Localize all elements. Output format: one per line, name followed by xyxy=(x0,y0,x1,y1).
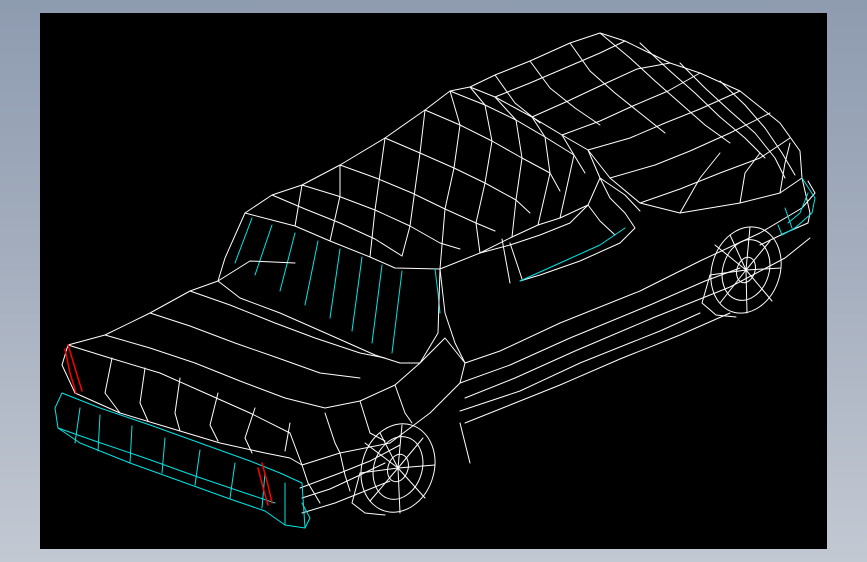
tail-lights xyxy=(64,344,273,506)
hood-mesh xyxy=(469,32,803,214)
front-bumper xyxy=(777,177,816,236)
car-wireframe-icon xyxy=(54,32,816,529)
roof-mesh xyxy=(244,86,601,270)
glass-lines xyxy=(439,177,641,364)
rear-window-frame xyxy=(217,212,441,364)
drawing-viewport[interactable] xyxy=(40,13,827,549)
glass-accent xyxy=(434,227,626,314)
rear-bumper xyxy=(54,392,311,529)
front-wheel xyxy=(701,226,782,318)
rear-window xyxy=(234,217,403,354)
cad-window-frame xyxy=(0,0,867,562)
rear-wheel xyxy=(351,423,436,516)
